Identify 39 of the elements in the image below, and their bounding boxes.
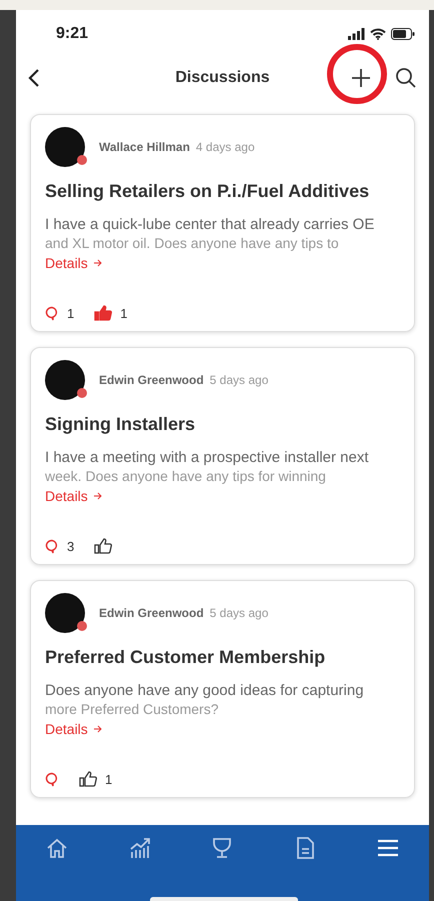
post-time: 4 days ago bbox=[196, 140, 255, 154]
comment-icon bbox=[45, 538, 59, 554]
arrow-icon bbox=[94, 725, 102, 733]
preview-text: I have a meeting with a prospective installer next bbox=[45, 449, 370, 466]
details-link[interactable]: Details bbox=[45, 488, 102, 504]
comment-icon bbox=[45, 772, 59, 786]
battery-icon bbox=[391, 28, 415, 40]
status-time: 9:21 bbox=[56, 25, 88, 43]
avatar-placeholder bbox=[45, 127, 85, 167]
arrow-icon bbox=[94, 259, 102, 267]
discussion-title: Preferred Customer Membership bbox=[45, 647, 326, 668]
post-time: 5 days ago bbox=[210, 373, 268, 387]
details-link[interactable]: Details bbox=[45, 255, 102, 271]
author-name: Wallace Hillman bbox=[99, 140, 190, 154]
back-icon bbox=[28, 68, 40, 88]
preview-text: week. Does anyone have any tips for winning bbox=[45, 468, 327, 484]
avatar-placeholder bbox=[45, 360, 85, 400]
preview-text: Does anyone have any good ideas for capturing bbox=[45, 682, 365, 699]
author-name: Edwin Greenwood bbox=[99, 373, 204, 387]
details-link[interactable]: Details bbox=[45, 721, 102, 737]
like-button[interactable]: 1 bbox=[90, 301, 132, 325]
comment-icon bbox=[45, 306, 59, 320]
arrow-icon bbox=[94, 492, 102, 500]
discussion-title: Selling Retailers on P.i./Fuel Additives bbox=[45, 181, 370, 202]
preview-text: I have a quick-lube center that already carries OE bbox=[45, 216, 376, 233]
preview-text: and XL motor oil. Does anyone have any tips to bbox=[45, 235, 340, 251]
preview-text: more Preferred Customers? bbox=[45, 701, 220, 717]
discussion-title: Signing Installers bbox=[45, 414, 196, 435]
like-button[interactable]: 1 bbox=[75, 767, 116, 791]
comment-button[interactable]: 1 bbox=[41, 301, 78, 325]
author-name: Edwin Greenwood bbox=[99, 606, 204, 620]
post-time: 5 days ago bbox=[210, 606, 268, 620]
plus-icon bbox=[351, 68, 371, 88]
page-title: Discussions bbox=[175, 69, 270, 87]
avatar-placeholder bbox=[45, 593, 85, 633]
comment-button[interactable]: 3 bbox=[41, 534, 78, 558]
wifi-icon bbox=[370, 28, 386, 40]
search-icon bbox=[395, 67, 417, 89]
signal-icon bbox=[348, 28, 365, 40]
